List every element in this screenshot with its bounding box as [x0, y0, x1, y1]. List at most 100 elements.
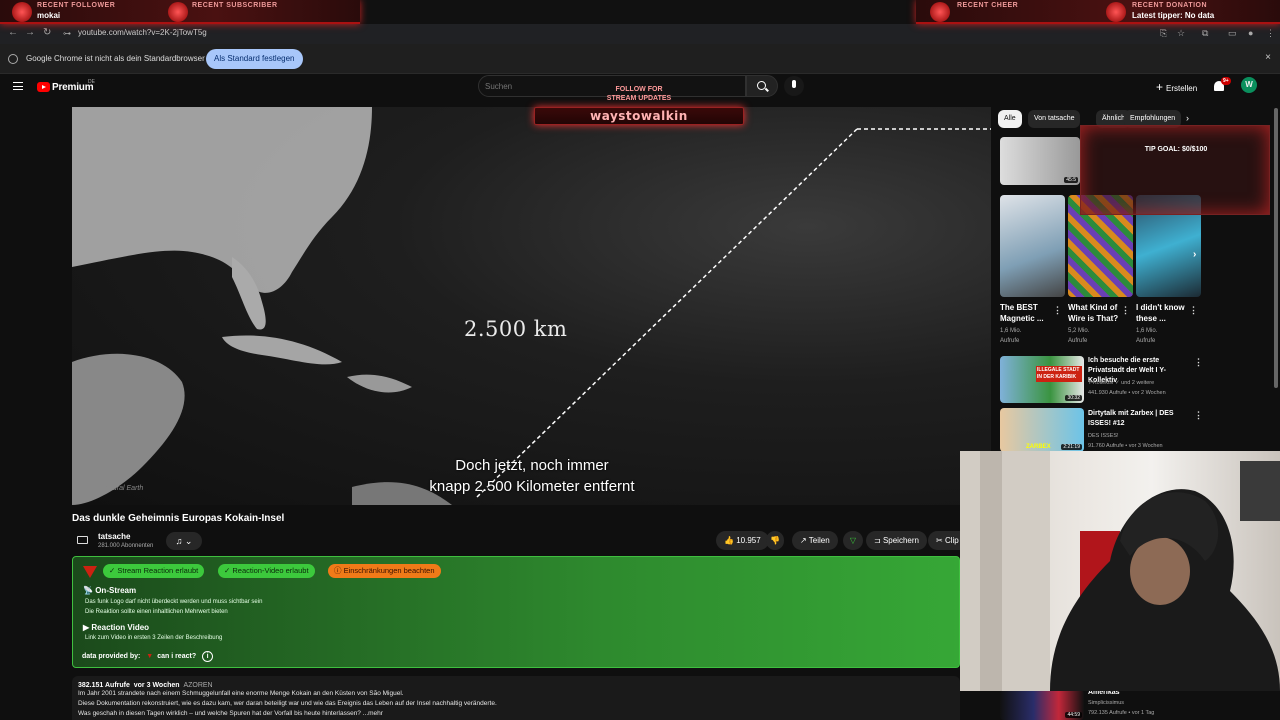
- video-description[interactable]: 382.151 Aufrufe vor 3 Wochen AZOREN Im J…: [72, 676, 960, 720]
- back-icon[interactable]: ←: [8, 27, 18, 38]
- short-title-2[interactable]: I didn't know these ...: [1136, 302, 1192, 324]
- like-button[interactable]: 👍 10.957: [716, 531, 769, 550]
- voice-search-button[interactable]: [784, 76, 804, 96]
- video-duration-1: 30:32: [1065, 395, 1082, 401]
- short-views-label-2: Aufrufe: [1136, 338, 1156, 344]
- chip-all[interactable]: Alle: [998, 110, 1022, 128]
- wall-panel: [960, 451, 1050, 691]
- video-title: Das dunkle Geheimnis Europas Kokain-Inse…: [72, 513, 285, 524]
- related-meta-2: 91.760 Aufrufe • vor 3 Wochen: [1088, 443, 1163, 449]
- short-title-1[interactable]: What Kind of Wire is That?: [1068, 302, 1124, 324]
- share-icon: ↗: [800, 536, 807, 545]
- short-views-2: 1,6 Mio.: [1136, 328, 1158, 334]
- info-icon[interactable]: i: [202, 651, 214, 662]
- extensions-icon[interactable]: ⧉: [1202, 28, 1212, 38]
- short-views-label-1: Aufrufe: [1068, 338, 1088, 344]
- dislike-button[interactable]: 👎: [766, 531, 784, 550]
- channel-folder-icon[interactable]: [77, 536, 88, 544]
- related-menu-icon-2[interactable]: ⋮: [1194, 410, 1203, 421]
- close-icon[interactable]: ×: [1265, 52, 1271, 63]
- overlay-follower-sub-box: RECENT FOLLOWER mokai RECENT SUBSCRIBER: [0, 0, 360, 24]
- youtube-logo-icon[interactable]: [37, 82, 50, 92]
- provider-name[interactable]: can i react?: [157, 653, 196, 660]
- upload-age: vor 3 Wochen: [133, 682, 180, 689]
- install-icon[interactable]: ⎘: [1160, 28, 1170, 38]
- north-america-landmass: [72, 107, 372, 293]
- share-label: Teilen: [808, 536, 830, 545]
- chevron-down-icon: ⌄: [184, 536, 193, 546]
- reaction-video-label: Reaction-Video erlaubt: [232, 566, 309, 575]
- site-info-icon[interactable]: ⊶: [63, 29, 71, 38]
- map-watermark: Natural Earth: [102, 485, 144, 492]
- search-button[interactable]: [746, 75, 778, 97]
- donation-icon: [1106, 2, 1126, 22]
- forward-icon[interactable]: →: [25, 27, 35, 38]
- related-thumbnail-3[interactable]: 44:59: [1000, 690, 1084, 720]
- profile-icon[interactable]: ●: [1248, 28, 1258, 38]
- create-button[interactable]: + Erstellen: [1152, 78, 1197, 96]
- caption-line2: knapp 2.500 Kilometer entfernt: [429, 478, 635, 495]
- follow-line1: FOLLOW FOR: [615, 86, 663, 93]
- caption-line1: Doch jetzt, noch immer: [455, 457, 609, 474]
- plus-icon: +: [1156, 80, 1164, 94]
- video-duration-3: 44:59: [1065, 712, 1082, 718]
- recent-follower-label: RECENT FOLLOWER: [37, 2, 116, 9]
- reload-icon[interactable]: ↻: [43, 27, 51, 38]
- chip-scroll-right-icon[interactable]: ›: [1186, 113, 1189, 123]
- view-count: 382.151 Aufrufe: [78, 682, 130, 689]
- page-scrollbar[interactable]: [1274, 108, 1278, 388]
- related-menu-icon-1[interactable]: ⋮: [1194, 357, 1203, 368]
- related-meta-1: 441.930 Aufrufe • vor 2 Wochen: [1088, 390, 1166, 396]
- notification-count-badge: 9+: [1221, 77, 1231, 85]
- save-button[interactable]: ⊐ Speichern: [866, 531, 927, 550]
- can-i-react-button[interactable]: ▽: [843, 531, 863, 550]
- account-avatar[interactable]: W: [1241, 77, 1257, 93]
- on-stream-rule-2: Die Reaktion sollte einen inhaltlichen M…: [85, 609, 228, 615]
- video-caption: Doch jetzt, noch immer knapp 2.500 Kilom…: [392, 455, 672, 497]
- can-i-react-logo-icon: [83, 566, 97, 578]
- short-thumbnail-0[interactable]: [1000, 195, 1065, 297]
- reaction-video-rule-1: Link zum Video in ersten 3 Zeilen der Be…: [85, 635, 223, 641]
- restrictions-pill: ⓘ Einschränkungen beachten: [328, 564, 441, 578]
- shorts-next-icon[interactable]: ›: [1193, 249, 1196, 260]
- short-views-label-0: Aufrufe: [1000, 338, 1020, 344]
- short-menu-icon-2[interactable]: ⋮: [1189, 305, 1198, 316]
- stream-reaction-label: Stream Reaction erlaubt: [117, 566, 199, 575]
- description-line-2: Diese Dokumentation rekonstruiert, wie e…: [78, 700, 497, 707]
- thumbnail-text-1: ILLEGALE STADT IN DER KARIBIK: [1036, 366, 1082, 382]
- recent-subscriber-label: RECENT SUBSCRIBER: [192, 2, 278, 9]
- clip-label: Clip: [944, 536, 959, 545]
- related-thumbnail-2[interactable]: ZARBEX 2:21:19: [1000, 408, 1084, 452]
- hamburger-menu-icon[interactable]: [13, 82, 23, 90]
- map-graphic: [72, 107, 991, 505]
- reaction-video-title: ▶ Reaction Video: [83, 623, 149, 632]
- related-thumbnail-0[interactable]: 45:5: [1000, 137, 1080, 185]
- stream-reaction-pill: ✓ Stream Reaction erlaubt: [103, 564, 205, 578]
- menu-icon[interactable]: ⋮: [1266, 28, 1276, 38]
- related-title-2[interactable]: Dirtytalk mit Zarbex | DES ISSES! #12: [1088, 409, 1192, 429]
- clip-button[interactable]: ✂ Clip: [928, 531, 960, 550]
- related-channel-name-1[interactable]: Y-Kollektiv: [1088, 380, 1113, 386]
- on-stream-title: 📡 On-Stream: [83, 586, 136, 595]
- short-title-0[interactable]: The BEST Magnetic ...: [1000, 302, 1056, 324]
- video-player[interactable]: 2.500 km Doch jetzt, noch immer knapp 2.…: [72, 107, 991, 505]
- share-button[interactable]: ↗ Teilen: [792, 531, 838, 550]
- sidebar-icon[interactable]: ▭: [1228, 28, 1238, 38]
- chip-from-channel[interactable]: Von tatsache: [1028, 110, 1081, 128]
- channel-banner: waystowalkin: [534, 107, 744, 125]
- provided-by-label: data provided by:: [82, 653, 141, 660]
- recent-cheer-label: RECENT CHEER: [957, 2, 1019, 9]
- hispaniola-island: [347, 374, 412, 393]
- short-menu-icon-1[interactable]: ⋮: [1121, 305, 1130, 316]
- channel-name[interactable]: tatsache: [98, 532, 130, 541]
- subscription-bell-button[interactable]: ♫ ⌄: [166, 532, 202, 550]
- description-line-3: Was geschah in diesen Tagen wirklich – u…: [78, 710, 383, 717]
- bookmark-star-icon[interactable]: ☆: [1177, 28, 1187, 38]
- related-channel-3[interactable]: Simplicissimus: [1088, 698, 1198, 708]
- hashtag[interactable]: AZOREN: [183, 682, 212, 689]
- url-field[interactable]: youtube.com/watch?v=2K-2jTowT5g: [78, 28, 207, 37]
- short-menu-icon-0[interactable]: ⋮: [1053, 305, 1062, 316]
- set-default-button[interactable]: Als Standard festlegen: [206, 49, 303, 69]
- related-thumbnail-1[interactable]: ILLEGALE STADT IN DER KARIBIK 30:32: [1000, 356, 1084, 403]
- related-channel-2[interactable]: DES ISSES!: [1088, 431, 1198, 441]
